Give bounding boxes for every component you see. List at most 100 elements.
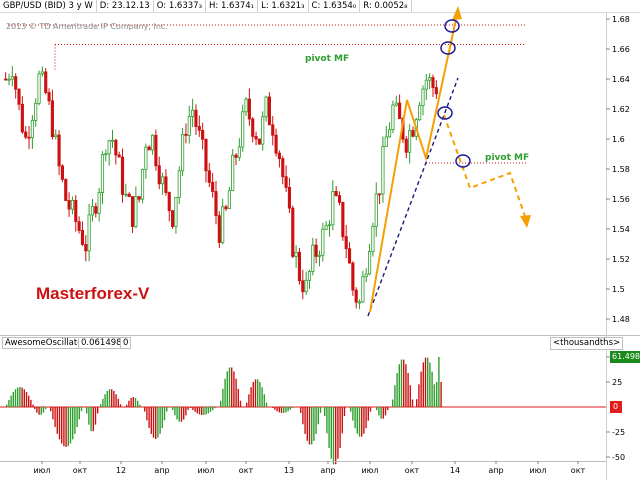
oscillator-bar: [34, 407, 36, 410]
oscillator-bar: [92, 407, 94, 432]
oscillator-bar: [187, 407, 189, 410]
oscillator-bar: [278, 407, 280, 413]
oscillator-bar: [259, 382, 261, 407]
candle-body: [120, 156, 125, 195]
candle-body: [161, 176, 165, 185]
oscillator-bar: [32, 404, 34, 407]
oscillator-bar: [365, 407, 367, 429]
copyright-text: 2013 © TD Ameritrade IP Company, Inc.: [6, 22, 168, 31]
oscillator-bar: [17, 387, 19, 407]
candle-body: [117, 154, 121, 158]
oscillator-bar: [287, 407, 289, 412]
oscillator-bar: [400, 359, 403, 407]
osc-tick-label: 25: [612, 378, 622, 387]
oscillator-bar: [394, 385, 396, 407]
oscillator-chart[interactable]: 5025-25-50 июлокт12априюлокт13априюлокт1…: [0, 335, 640, 480]
candle-body: [124, 193, 128, 196]
oscillator-bar: [134, 397, 137, 407]
oscillator-bar: [19, 387, 21, 407]
candle-body: [191, 109, 195, 117]
candle-body: [344, 236, 348, 249]
candle-body: [388, 129, 392, 138]
oscillator-bar: [192, 407, 194, 411]
candle-body: [431, 77, 435, 88]
oscillator-bar: [14, 389, 17, 407]
oscillator-bar: [212, 407, 214, 411]
oscillator-bar: [144, 407, 146, 412]
candle-body: [357, 301, 362, 304]
oscillator-bar: [231, 367, 233, 407]
candle-body: [207, 170, 211, 183]
time-tick-label: окт: [73, 466, 88, 475]
oscillator-bar: [289, 407, 291, 410]
candle-body: [4, 78, 8, 81]
candle-body: [147, 146, 151, 151]
oscillator-bar: [72, 407, 74, 440]
candle-body: [404, 138, 408, 153]
oscillator-bar: [427, 357, 429, 407]
oscillator-bar: [10, 395, 12, 407]
oscillator-bar: [272, 407, 274, 408]
oscillator-name[interactable]: AwesomeOscillator: [2, 337, 89, 349]
oscillator-bar: [102, 398, 104, 407]
candle-body: [107, 140, 111, 155]
oscillator-bar: [233, 371, 235, 407]
candle-body: [137, 196, 141, 200]
oscillator-bar: [56, 407, 58, 434]
oscillator-bar: [387, 407, 389, 411]
oscillator-bar: [317, 407, 319, 425]
candle-body: [174, 196, 178, 227]
candle-body: [261, 116, 265, 145]
oscillator-bar: [132, 397, 134, 407]
price-tick-label: 1.66: [612, 45, 630, 54]
candle-body: [347, 248, 352, 264]
oscillator-bar: [207, 407, 209, 414]
oscillator-bar: [161, 407, 163, 428]
candle-body: [378, 193, 382, 196]
oscillator-bar: [148, 407, 150, 428]
symbol-label[interactable]: GBP/USD (BID) 3 y W: [0, 0, 97, 12]
units-label: <thousandths>: [550, 337, 624, 350]
oscillator-bar: [130, 397, 132, 407]
oscillator-bar: [396, 373, 398, 407]
oscillator-bar: [106, 390, 108, 407]
oscillator-bar: [190, 407, 192, 409]
range-label: R: 0.0052₈: [360, 0, 412, 12]
oscillator-bar: [335, 407, 337, 465]
oscillator-bar: [302, 407, 304, 425]
candle-body: [331, 190, 335, 226]
candle-body: [227, 190, 231, 210]
oscillator-bar: [343, 407, 346, 417]
oscillator-bar: [265, 402, 268, 407]
candle-body: [17, 88, 21, 105]
oscillator-bar: [405, 364, 407, 407]
oscillator-bar: [315, 407, 317, 434]
watermark-text: Masterforex-V: [36, 284, 150, 303]
oscillator-bar: [354, 407, 356, 429]
candle-body: [221, 206, 225, 243]
oscillator-bar: [429, 362, 431, 407]
candle-body: [201, 129, 205, 140]
oscillator-bar: [198, 407, 201, 415]
pivot-label-upper: pivot MF: [305, 54, 349, 64]
oscillator-bar: [285, 407, 287, 413]
oscillator-bars: [6, 357, 442, 465]
oscillator-bar: [361, 407, 363, 437]
oscillator-bar: [341, 407, 343, 434]
oscillator-bar: [237, 388, 239, 407]
candle-body: [10, 76, 14, 80]
oscillator-bar: [214, 407, 216, 409]
oscillator-bar: [248, 394, 250, 407]
candle-body: [110, 139, 115, 142]
candle-body: [254, 136, 258, 140]
projected-path: [443, 114, 528, 223]
oscillator-bar: [126, 404, 128, 407]
oscillator-bar: [40, 407, 42, 415]
oscillator-bar: [250, 387, 252, 407]
candle-body: [341, 201, 345, 238]
candle-body: [398, 102, 402, 119]
support-trendline: [367, 77, 459, 317]
oscillator-bar: [324, 407, 326, 417]
candle-body: [264, 96, 268, 118]
oscillator-bar: [420, 371, 422, 407]
